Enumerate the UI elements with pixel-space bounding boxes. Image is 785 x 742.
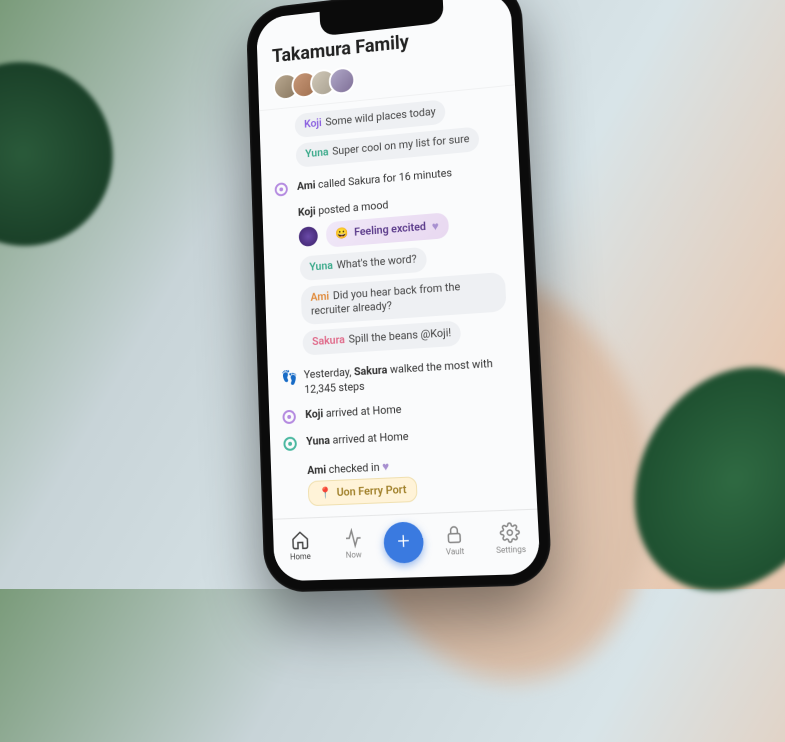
background-leaf-left bbox=[0, 14, 187, 326]
compose-fab[interactable]: + bbox=[382, 520, 423, 563]
activity-feed[interactable]: KojiSome wild places today YunaSuper coo… bbox=[259, 85, 537, 524]
footsteps-icon: 👣 bbox=[280, 369, 296, 386]
tab-settings[interactable]: Settings bbox=[485, 521, 536, 555]
pin-icon: 📍 bbox=[318, 485, 332, 499]
tab-now[interactable]: Now bbox=[329, 527, 377, 560]
spacer-icon bbox=[275, 207, 290, 224]
tab-label: Vault bbox=[445, 546, 464, 556]
avatar[interactable] bbox=[328, 65, 355, 94]
heart-icon: ♥ bbox=[431, 218, 439, 232]
arrival-event: Yuna arrived at Home bbox=[283, 423, 519, 452]
call-icon bbox=[274, 181, 289, 198]
chat-bubble[interactable]: YunaWhat's the word? bbox=[299, 246, 426, 280]
location-ring-icon bbox=[282, 409, 298, 426]
chat-bubble[interactable]: AmiDid you hear back from the recruiter … bbox=[300, 271, 506, 325]
message-text: What's the word? bbox=[336, 252, 417, 271]
phone-frame: Takamura Family KojiSome wild places tod… bbox=[245, 0, 552, 592]
mood-avatar bbox=[298, 226, 318, 247]
tab-label: Settings bbox=[495, 544, 525, 554]
location-ring-icon bbox=[283, 436, 299, 453]
sender-name: Yuna bbox=[309, 258, 333, 272]
sender-name: Yuna bbox=[305, 145, 329, 160]
message-text: Some wild places today bbox=[325, 105, 436, 128]
tab-vault[interactable]: Vault bbox=[429, 523, 479, 557]
mood-emoji-icon: 😀 bbox=[335, 226, 349, 240]
plus-icon: + bbox=[396, 528, 409, 554]
sender-name: Sakura bbox=[311, 333, 344, 348]
chat-bubble[interactable]: Sakura Spill the beans @Koji! bbox=[302, 320, 461, 355]
phone-screen: Takamura Family KojiSome wild places tod… bbox=[256, 0, 541, 581]
mood-label: Feeling excited bbox=[353, 220, 425, 239]
heart-icon: ♥ bbox=[381, 458, 389, 473]
sender-name: Koji bbox=[303, 116, 321, 130]
activity-icon bbox=[342, 527, 362, 548]
tab-bar: Home Now + Vault Settings bbox=[272, 508, 540, 581]
checkin-card[interactable]: 📍 Uon Ferry Port bbox=[307, 476, 417, 506]
checkin-place: Uon Ferry Port bbox=[336, 482, 406, 498]
tab-home[interactable]: Home bbox=[276, 529, 323, 562]
lock-icon bbox=[443, 523, 464, 544]
message-text: Spill the beans @Koji! bbox=[348, 326, 451, 346]
spacer-icon bbox=[284, 463, 300, 480]
sender-name: Ami bbox=[310, 289, 329, 303]
message-text: Super cool on my list for sure bbox=[331, 132, 469, 158]
arrival-event: Koji arrived at Home bbox=[282, 396, 518, 426]
gear-icon bbox=[499, 521, 520, 543]
steps-event: 👣 Yesterday, Sakura walked the most with… bbox=[280, 355, 516, 399]
tab-label: Home bbox=[289, 551, 310, 561]
tab-label: Now bbox=[345, 550, 361, 560]
message-text: Did you hear back from the recruiter alr… bbox=[310, 279, 460, 317]
home-icon bbox=[289, 529, 309, 550]
